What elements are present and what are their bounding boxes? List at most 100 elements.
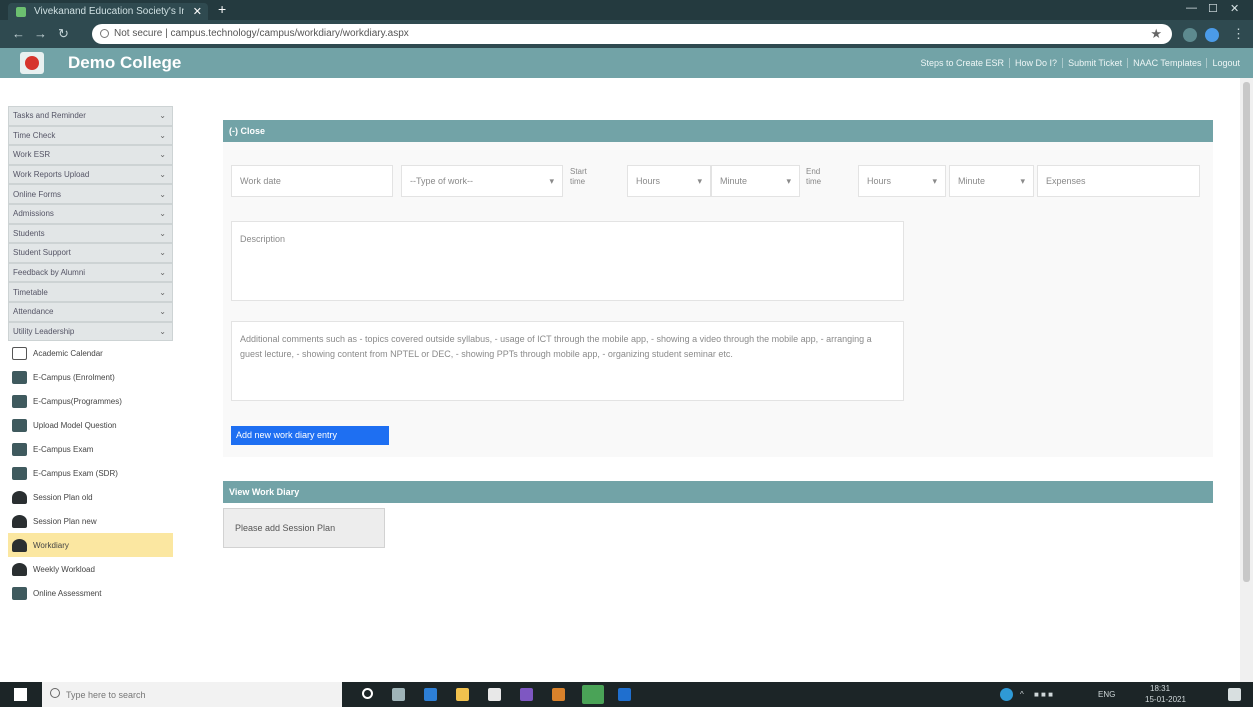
sidebar-select-student-support[interactable]: Student Support ⌄ [8, 243, 173, 263]
graduation-icon [12, 538, 27, 552]
file-explorer-icon[interactable] [456, 688, 469, 701]
window-close-icon[interactable]: ✕ [1230, 2, 1239, 15]
comments-textarea[interactable]: Additional comments such as - topics cov… [231, 321, 904, 401]
nav-logout[interactable]: Logout [1206, 58, 1245, 68]
window-icon [12, 586, 27, 600]
back-icon[interactable]: ← [12, 26, 25, 41]
task-view-icon[interactable] [392, 688, 405, 701]
forward-icon[interactable]: → [34, 26, 47, 41]
sidebar-item-session-plan-new[interactable]: Session Plan new [8, 509, 173, 533]
sidebar-select-work-reports[interactable]: Work Reports Upload ⌄ [8, 164, 173, 185]
taskbar-search-box[interactable]: Type here to search [42, 682, 342, 707]
sidebar: Tasks and Reminder ⌄ Time Check ⌄ Work ESR… [8, 106, 173, 682]
sidebar-item-academic-calendar[interactable]: Academic Calendar [8, 341, 173, 365]
nav-how-do-i[interactable]: How Do I? [1009, 58, 1062, 68]
sidebar-item-ecampus-programmes[interactable]: E-Campus(Programmes) [8, 389, 173, 413]
description-placeholder: Description [240, 234, 286, 244]
chevron-down-icon: ⌄ [159, 228, 166, 238]
close-icon[interactable]: ✕ [193, 5, 202, 18]
windows-start-icon[interactable] [14, 688, 27, 701]
bookmark-star-icon[interactable]: ★ [1150, 26, 1162, 42]
store-icon[interactable] [488, 688, 501, 701]
sidebar-select-online-forms[interactable]: Online Forms ⌄ [8, 184, 173, 204]
chevron-down-icon: ⌄ [159, 111, 166, 121]
browser-tab[interactable]: Vivekanand Education Society's Institute… [8, 3, 208, 20]
sidebar-select-feedback[interactable]: Feedback by Alumni ⌄ [8, 262, 173, 283]
sidebar-select-timetable[interactable]: Timetable ⌄ [8, 282, 173, 302]
window-icon [12, 418, 27, 432]
end-minute-select[interactable]: Minute ▾ [949, 165, 1034, 197]
chevron-down-icon: ⌄ [159, 170, 166, 180]
profile-avatar-icon[interactable] [1205, 28, 1219, 42]
caret-down-icon: ▾ [786, 175, 791, 186]
sidebar-item-workdiary[interactable]: Workdiary [8, 533, 173, 558]
sidebar-item-label: Admissions [13, 209, 54, 219]
network-globe-icon[interactable] [1000, 688, 1013, 701]
sidebar-select-students[interactable]: Students ⌄ [8, 223, 173, 244]
new-tab-button[interactable]: + [218, 1, 226, 17]
expenses-field[interactable]: Expenses [1037, 165, 1200, 197]
tab-title: Vivekanand Education Society's Institute… [34, 6, 184, 17]
sidebar-select-admissions[interactable]: Admissions ⌄ [8, 203, 173, 224]
sidebar-select-attendance[interactable]: Attendance ⌄ [8, 301, 173, 322]
cortana-icon[interactable] [362, 688, 373, 699]
sidebar-item-label: Students [13, 228, 45, 238]
sidebar-item-session-plan-old[interactable]: Session Plan old [8, 485, 173, 509]
type-of-work-select[interactable]: --Type of work-- ▾ [401, 165, 563, 197]
nav-steps-to-create-esr[interactable]: Steps to Create ESR [915, 58, 1009, 68]
top-nav: Steps to Create ESR How Do I? Submit Tic… [915, 48, 1245, 78]
page-scrollbar[interactable] [1240, 78, 1253, 682]
sidebar-item-ecampus-exam-sdr[interactable]: E-Campus Exam (SDR) [8, 461, 173, 485]
add-work-diary-entry-button[interactable]: Add new work diary entry [231, 426, 389, 445]
notifications-icon[interactable] [1228, 688, 1241, 701]
end-hours-value: Hours [867, 176, 892, 186]
description-textarea[interactable]: Description [231, 221, 904, 301]
sidebar-item-label: Student Support [13, 248, 71, 258]
windows-taskbar: Type here to search ^ ■ ■ ■ ENG 18:31 15… [0, 682, 1253, 707]
start-hours-select[interactable]: Hours ▾ [627, 165, 711, 197]
clock-date[interactable]: 15-01-2021 [1145, 695, 1186, 704]
sidebar-select-work-esr[interactable]: Work ESR ⌄ [8, 145, 173, 165]
teams-icon[interactable] [520, 688, 533, 701]
menu-kebab-icon[interactable]: ⋮ [1232, 26, 1245, 42]
sidebar-item-ecampus-exam[interactable]: E-Campus Exam [8, 437, 173, 461]
sidebar-item-label: E-Campus (Enrolment) [33, 372, 115, 382]
info-icon[interactable] [100, 29, 109, 38]
sidebar-item-upload-question[interactable]: Upload Model Question [8, 413, 173, 437]
minimize-icon[interactable]: — [1186, 2, 1197, 14]
input-language[interactable]: ENG [1098, 690, 1115, 699]
chevron-down-icon: ⌄ [159, 150, 166, 160]
nav-naac-templates[interactable]: NAAC Templates [1127, 58, 1206, 68]
sidebar-item-label: Work Reports Upload [13, 170, 90, 180]
chevron-down-icon: ⌄ [159, 248, 166, 258]
volume-icon[interactable]: ■ ■ ■ [1034, 690, 1053, 699]
sidebar-item-ecampus-enrolment[interactable]: E-Campus (Enrolment) [8, 365, 173, 389]
window-icon [12, 466, 27, 480]
sidebar-select-time-check[interactable]: Time Check ⌄ [8, 125, 173, 146]
sidebar-select-utility[interactable]: Utility Leadership ⌄ [8, 321, 173, 342]
work-date-field[interactable]: Work date [231, 165, 393, 197]
tray-chevron-icon[interactable]: ^ [1020, 690, 1024, 699]
edge-browser-icon[interactable] [424, 688, 437, 701]
sidebar-item-label: Online Assessment [33, 588, 102, 598]
scrollbar-thumb[interactable] [1243, 82, 1250, 582]
chrome-icon[interactable] [582, 685, 604, 704]
url-field[interactable]: Not secure | campus.technology/campus/wo… [92, 24, 1172, 44]
window-icon [12, 442, 27, 456]
maximize-icon[interactable]: ☐ [1208, 2, 1218, 15]
nav-submit-ticket[interactable]: Submit Ticket [1062, 58, 1127, 68]
close-form-header[interactable]: (-) Close [223, 120, 1213, 142]
sidebar-item-weekly-workload[interactable]: Weekly Workload [8, 557, 173, 581]
extension-icon[interactable] [1183, 28, 1197, 42]
add-session-plan-button[interactable]: Please add Session Plan [223, 508, 385, 548]
chevron-down-icon: ⌄ [159, 209, 166, 219]
reload-icon[interactable]: ↻ [58, 26, 69, 42]
app-icon[interactable] [552, 688, 565, 701]
start-minute-select[interactable]: Minute ▾ [711, 165, 800, 197]
end-hours-select[interactable]: Hours ▾ [858, 165, 946, 197]
sidebar-select-tasks[interactable]: Tasks and Reminder ⌄ [8, 106, 173, 126]
sidebar-item-online-assessment[interactable]: Online Assessment [8, 581, 173, 605]
clock-time[interactable]: 18:31 [1150, 684, 1170, 693]
end-time-label: End time [806, 167, 822, 186]
word-icon[interactable] [618, 688, 631, 701]
